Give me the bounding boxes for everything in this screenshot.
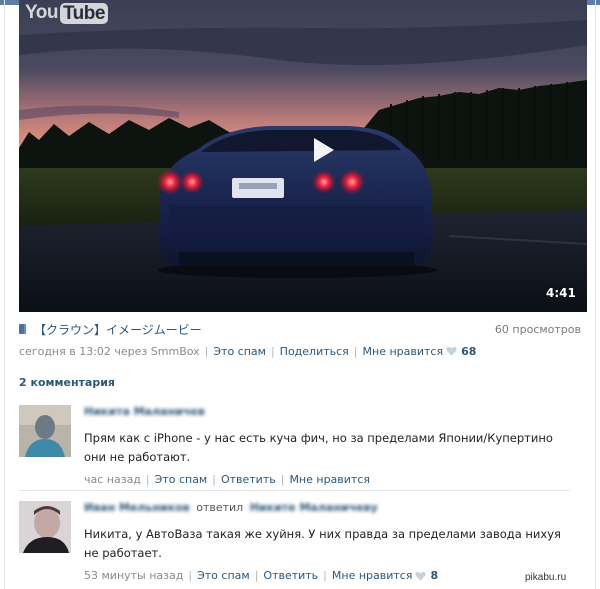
comment-text: Прям как с iPhone - у нас есть куча фич,… bbox=[84, 431, 553, 464]
separator: | bbox=[353, 344, 358, 358]
separator: | bbox=[212, 473, 216, 486]
reply-link[interactable]: Ответить bbox=[221, 473, 276, 486]
video-duration: 4:41 bbox=[546, 286, 576, 300]
comment-time[interactable]: час назад bbox=[84, 473, 141, 486]
reply-link[interactable]: Ответить bbox=[263, 569, 318, 582]
share-link[interactable]: Поделиться bbox=[280, 345, 349, 358]
replied-label: ответил bbox=[196, 501, 244, 514]
comment-actions: час назад | Это спам | Ответить | Мне нр… bbox=[84, 473, 572, 486]
pikabu-watermark: pikabu.ru bbox=[525, 572, 567, 583]
like-link[interactable]: Мне нравится bbox=[289, 473, 370, 486]
youtube-logo: You Tube bbox=[25, 2, 108, 24]
avatar[interactable] bbox=[19, 405, 71, 457]
separator: | bbox=[254, 569, 259, 582]
post-meta: сегодня в 13:02 через SmmBox | Это спам … bbox=[19, 343, 476, 359]
like-link[interactable]: Мне нравится bbox=[363, 345, 444, 358]
reply-to-user[interactable]: Никите Маланичеву bbox=[250, 501, 378, 514]
comment-divider bbox=[19, 490, 570, 491]
separator: | bbox=[204, 344, 209, 358]
like-count: 68 bbox=[461, 344, 477, 358]
comment-time[interactable]: 53 минуты назад bbox=[84, 569, 183, 582]
report-spam-link[interactable]: Это спам bbox=[155, 473, 208, 486]
comment-actions: 53 минуты назад | Это спам | Ответить | … bbox=[84, 569, 572, 582]
avatar[interactable] bbox=[19, 501, 71, 553]
comment-text: Никита, у АвтоВаза такая же хуйня. У них… bbox=[84, 527, 561, 560]
separator: | bbox=[280, 473, 285, 486]
left-border bbox=[4, 0, 5, 589]
right-border bbox=[595, 0, 596, 589]
avatar-photo bbox=[19, 405, 71, 457]
separator: | bbox=[188, 569, 193, 582]
video-title-row: 【クラウン】イメージムービー 60 просмотров bbox=[19, 320, 581, 338]
heart-icon[interactable] bbox=[446, 346, 457, 356]
report-spam-link[interactable]: Это спам bbox=[197, 569, 250, 582]
post-date: сегодня в 13:02 через SmmBox bbox=[19, 344, 200, 358]
play-icon bbox=[314, 138, 334, 162]
like-count: 8 bbox=[430, 569, 439, 582]
separator: | bbox=[145, 473, 150, 486]
video-icon bbox=[19, 324, 26, 334]
video-title[interactable]: 【クラウン】イメージムービー bbox=[34, 321, 202, 338]
comment-author[interactable]: Никита Маланичев bbox=[84, 405, 205, 418]
separator: | bbox=[323, 569, 327, 582]
comment-author[interactable]: Иван Мельников bbox=[84, 501, 190, 514]
like-link[interactable]: Мне нравится bbox=[332, 569, 413, 582]
play-button[interactable] bbox=[297, 124, 349, 176]
view-count: 60 просмотров bbox=[494, 322, 581, 336]
video-player[interactable]: You Tube 4:41 bbox=[19, 0, 587, 312]
comments-header[interactable]: 2 комментария bbox=[19, 376, 115, 389]
avatar-photo bbox=[19, 501, 71, 553]
report-spam-link[interactable]: Это спам bbox=[213, 345, 266, 358]
heart-icon[interactable] bbox=[415, 571, 427, 581]
separator: | bbox=[270, 344, 275, 358]
